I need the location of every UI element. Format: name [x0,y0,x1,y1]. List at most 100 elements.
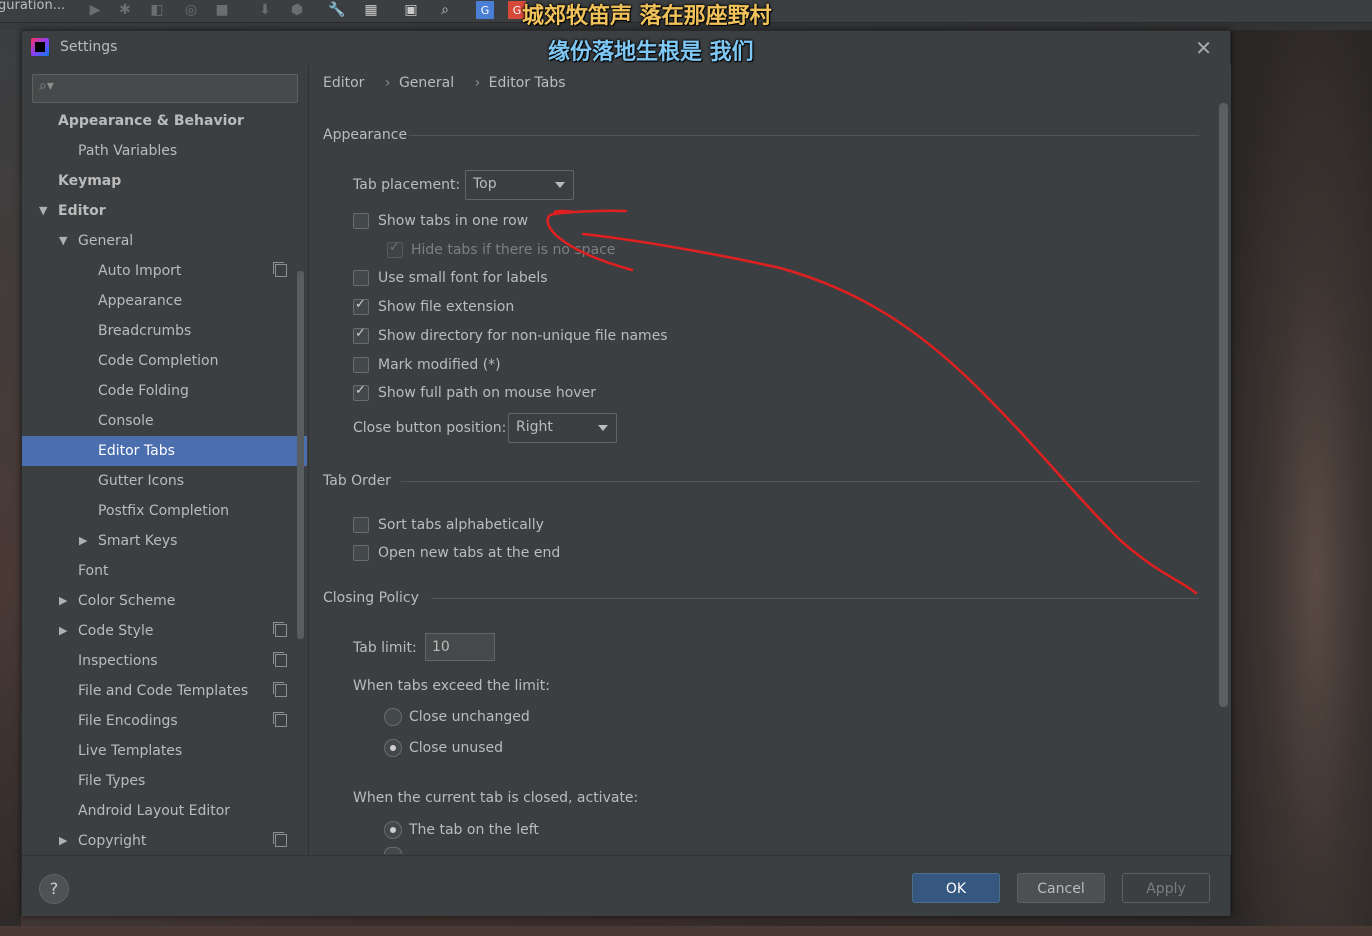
small-font-checkbox[interactable] [353,270,369,286]
close-button-position-select[interactable]: Right [508,413,617,443]
expand-arrow-down-icon[interactable]: ▼ [39,196,47,226]
breadcrumb-editor[interactable]: Editor [323,75,364,91]
sort-tabs-alphabetically-label[interactable]: Sort tabs alphabetically [378,517,544,533]
sdk-icon[interactable]: ⬢ [288,1,306,19]
tree-item-code-completion[interactable]: Code Completion [22,346,307,376]
expand-arrow-right-icon[interactable]: ▶ [59,586,67,616]
content-scrollbar[interactable] [1219,103,1228,707]
background-strip-bottom [0,926,1372,936]
stop-icon[interactable]: ■ [213,1,231,19]
breadcrumb-separator: › [474,75,481,91]
tree-item-color-scheme[interactable]: ▶ Color Scheme [22,586,307,616]
search-icon[interactable]: ⌕ [436,1,454,19]
tree-item-label: Code Style [78,623,154,639]
settings-tree-panel: ⌕▾ Appearance & Behavior Path Variables Ke… [22,65,307,855]
sort-tabs-alphabetically-checkbox[interactable] [353,517,369,533]
open-tabs-at-end-checkbox[interactable] [353,545,369,561]
project-level-icon [273,262,287,277]
tree-item-live-templates[interactable]: Live Templates [22,736,307,766]
mark-modified-label[interactable]: Mark modified (*) [378,357,501,373]
profile-icon[interactable]: ◎ [182,1,200,19]
section-appearance-title: Appearance [323,127,408,143]
tree-item-inspections[interactable]: Inspections [22,646,307,676]
close-unused-label[interactable]: Close unused [409,740,503,756]
run-icon[interactable]: ▶ [86,1,104,19]
project-level-icon [273,832,287,847]
tree-item-label: Android Layout Editor [78,803,231,819]
tab-placement-select[interactable]: Top [465,170,574,200]
tree-item-console[interactable]: Console [22,406,307,436]
settings-icon[interactable]: 🔧 [328,1,346,19]
help-button[interactable]: ? [39,874,69,904]
tree-item-smart-keys[interactable]: ▶ Smart Keys [22,526,307,556]
ok-button[interactable]: OK [912,873,1000,903]
full-path-hover-label[interactable]: Show full path on mouse hover [378,385,596,401]
mark-modified-checkbox[interactable] [353,357,369,373]
tree-item-gutter-icons[interactable]: Gutter Icons [22,466,307,496]
tree-item-postfix-completion[interactable]: Postfix Completion [22,496,307,526]
tree-item-breadcrumbs[interactable]: Breadcrumbs [22,316,307,346]
tree-item-copyright[interactable]: ▶ Copyright [22,826,307,856]
tree-item-editor[interactable]: ▼ Editor [22,196,307,226]
exceed-limit-label: When tabs exceed the limit: [353,678,550,694]
show-tabs-one-row-checkbox[interactable] [353,213,369,229]
tree-item-file-and-code-templates[interactable]: File and Code Templates [22,676,307,706]
tree-item-label: Inspections [78,653,158,669]
tree-item-code-folding[interactable]: Code Folding [22,376,307,406]
open-tabs-at-end-label[interactable]: Open new tabs at the end [378,545,560,561]
breadcrumb-general[interactable]: General [399,75,454,91]
tree-item-auto-import[interactable]: Auto Import [22,256,307,286]
tree-item-label: Code Folding [98,383,189,399]
tree-item-label: General [78,233,134,249]
section-closing-policy-title: Closing Policy [323,590,419,606]
apply-button[interactable]: Apply [1122,873,1210,903]
tree-item-appearance-behavior[interactable]: Appearance & Behavior [22,106,307,136]
tree-item-label: Path Variables [78,143,178,159]
expand-arrow-right-icon[interactable]: ▶ [59,826,67,856]
debug-icon[interactable]: ✱ [116,1,134,19]
show-file-extension-label[interactable]: Show file extension [378,299,514,315]
tree-item-label: Code Completion [98,353,219,369]
translate-icon[interactable]: G [476,1,494,19]
tree-item-code-style[interactable]: ▶ Code Style [22,616,307,646]
close-unchanged-label[interactable]: Close unchanged [409,709,530,725]
expand-arrow-right-icon[interactable]: ▶ [59,616,67,646]
section-divider [401,481,1199,482]
tree-item-keymap[interactable]: Keymap [22,166,307,196]
show-directory-label[interactable]: Show directory for non-unique file names [378,328,668,344]
expand-arrow-right-icon[interactable]: ▶ [79,526,87,556]
tree-item-file-types[interactable]: File Types [22,766,307,796]
tree-item-general[interactable]: ▼ General [22,226,307,256]
tab-on-left-radio[interactable] [384,821,402,839]
settings-search-box[interactable]: ⌕▾ [32,74,298,103]
close-unchanged-radio[interactable] [384,708,402,726]
tree-item-appearance[interactable]: Appearance [22,286,307,316]
breadcrumb-separator: › [384,75,391,91]
small-font-label[interactable]: Use small font for labels [378,270,548,286]
tree-item-editor-tabs[interactable]: Editor Tabs [22,436,307,466]
expand-arrow-down-icon[interactable]: ▼ [59,226,67,256]
build-icon[interactable]: ⬇ [256,1,274,19]
tree-item-path-variables[interactable]: Path Variables [22,136,307,166]
dialog-button-bar: ? OK Cancel Apply [22,855,1230,916]
tab-on-left-label[interactable]: The tab on the left [409,822,539,838]
close-icon[interactable]: ✕ [1195,36,1212,60]
cancel-button[interactable]: Cancel [1017,873,1105,903]
terminal-icon[interactable]: ▣ [402,1,420,19]
tree-item-android-layout-editor[interactable]: Android Layout Editor [22,796,307,826]
show-directory-checkbox[interactable] [353,326,369,344]
coverage-icon[interactable]: ◧ [148,1,166,19]
show-file-extension-checkbox[interactable] [353,297,369,315]
run-configuration-selector[interactable]: guration... [0,0,65,13]
tree-item-font[interactable]: Font [22,556,307,586]
settings-dialog: Settings ✕ ⌕▾ Appearance & Behavior Path … [21,30,1231,916]
structure-icon[interactable]: ▦ [362,1,380,19]
tab-limit-input[interactable] [425,633,495,661]
full-path-hover-checkbox[interactable] [353,383,369,401]
show-tabs-one-row-label[interactable]: Show tabs in one row [378,213,528,229]
next-option-radio[interactable] [384,847,402,854]
close-unused-radio[interactable] [384,739,402,757]
tree-scrollbar[interactable] [297,271,304,639]
tree-item-file-encodings[interactable]: File Encodings [22,706,307,736]
settings-search-input[interactable] [63,78,287,100]
